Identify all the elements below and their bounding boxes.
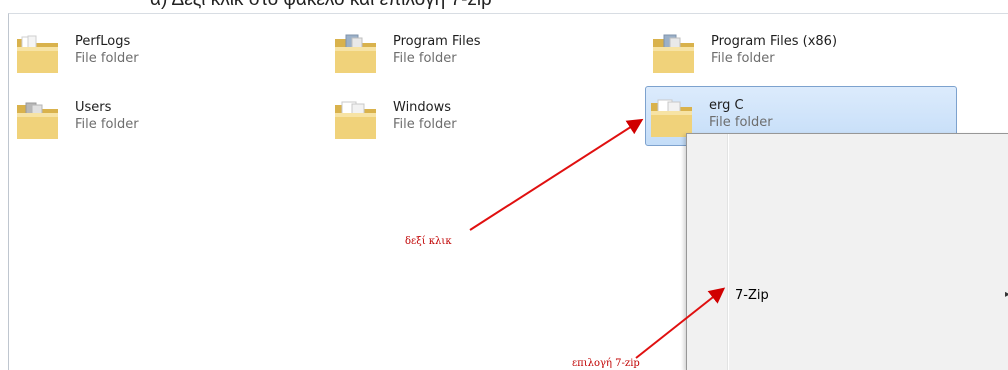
right-click-arrow bbox=[469, 118, 644, 231]
select-7zip-arrow bbox=[635, 287, 726, 359]
annotation-right-click: δεξί κλικ bbox=[405, 236, 452, 247]
annotation-select-7zip: επιλογή 7-zip bbox=[572, 358, 640, 369]
annotation-arrows bbox=[469, 118, 726, 359]
